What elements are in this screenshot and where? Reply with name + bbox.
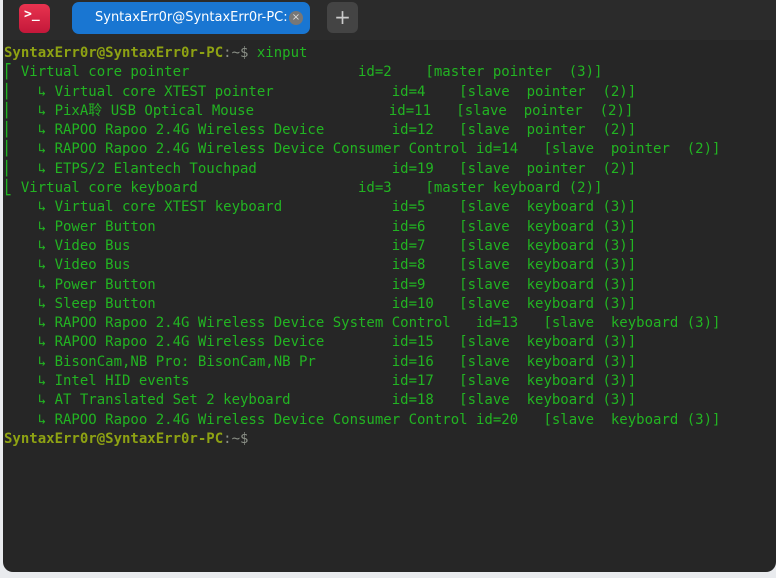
new-tab-button[interactable]: + xyxy=(327,2,358,33)
output-line: ⎜ ↳ ETPS/2 Elantech Touchpad id=19 [slav… xyxy=(4,160,637,177)
close-tab-icon[interactable]: × xyxy=(289,11,303,25)
output-line: ↳ RAPOO Rapoo 2.4G Wireless Device Syste… xyxy=(4,315,721,332)
output-line: ⎜ ↳ RAPOO Rapoo 2.4G Wireless Device id=… xyxy=(4,122,637,139)
output-line: ↳ Virtual core XTEST keyboard id=5 [slav… xyxy=(4,199,637,216)
title-bar: >_ SyntaxErr0r@SyntaxErr0r-PC: ~ × + xyxy=(3,0,776,40)
prompt-path: :~$ xyxy=(223,430,249,447)
output-line: ⎜ ↳ Virtual core XTEST pointer id=4 [sla… xyxy=(4,83,637,100)
output-line: ↳ RAPOO Rapoo 2.4G Wireless Device Consu… xyxy=(4,411,721,428)
output-line: ↳ BisonCam,NB Pro: BisonCam,NB Pr id=16 … xyxy=(4,353,637,370)
output-line: ↳ Power Button id=6 [slave keyboard (3)] xyxy=(4,218,637,235)
output-line: ↳ AT Translated Set 2 keyboard id=18 [sl… xyxy=(4,392,637,409)
prompt-line: SyntaxErr0r@SyntaxErr0r-PC:~$ xyxy=(4,430,720,449)
terminal-window: >_ SyntaxErr0r@SyntaxErr0r-PC: ~ × + Syn… xyxy=(3,0,776,572)
output-line: ⎜ ↳ RAPOO Rapoo 2.4G Wireless Device Con… xyxy=(4,141,721,158)
tab-title: SyntaxErr0r@SyntaxErr0r-PC: ~ xyxy=(95,10,303,25)
command-text: xinput xyxy=(248,45,308,61)
prompt-user-host: SyntaxErr0r@SyntaxErr0r-PC xyxy=(4,45,224,61)
output-line: ↳ RAPOO Rapoo 2.4G Wireless Device id=15… xyxy=(4,334,637,351)
output-line: ⎣ Virtual core keyboard id=3 [master key… xyxy=(4,180,603,197)
output-line: ⎡ Virtual core pointer id=2 [master poin… xyxy=(4,64,603,81)
output-line: ↳ Video Bus id=7 [slave keyboard (3)] xyxy=(4,237,637,254)
tab-terminal[interactable]: SyntaxErr0r@SyntaxErr0r-PC: ~ × xyxy=(72,2,310,34)
output-line: ↳ Sleep Button id=10 [slave keyboard (3)… xyxy=(4,295,637,312)
terminal-output[interactable]: SyntaxErr0r@SyntaxErr0r-PC:~$ xinput ⎡ V… xyxy=(4,44,720,449)
prompt-line: SyntaxErr0r@SyntaxErr0r-PC:~$ xinput xyxy=(4,44,720,63)
terminal-icon[interactable]: >_ xyxy=(19,4,50,33)
prompt-path: :~$ xyxy=(223,45,249,61)
output-line: ⎜ ↳ PixA聆 USB Optical Mouse id=11 [slave… xyxy=(4,102,634,119)
prompt-user-host: SyntaxErr0r@SyntaxErr0r-PC xyxy=(4,430,224,447)
output-line: ↳ Power Button id=9 [slave keyboard (3)] xyxy=(4,276,637,293)
output-line: ↳ Intel HID events id=17 [slave keyboard… xyxy=(4,373,637,390)
output-line: ↳ Video Bus id=8 [slave keyboard (3)] xyxy=(4,257,637,274)
